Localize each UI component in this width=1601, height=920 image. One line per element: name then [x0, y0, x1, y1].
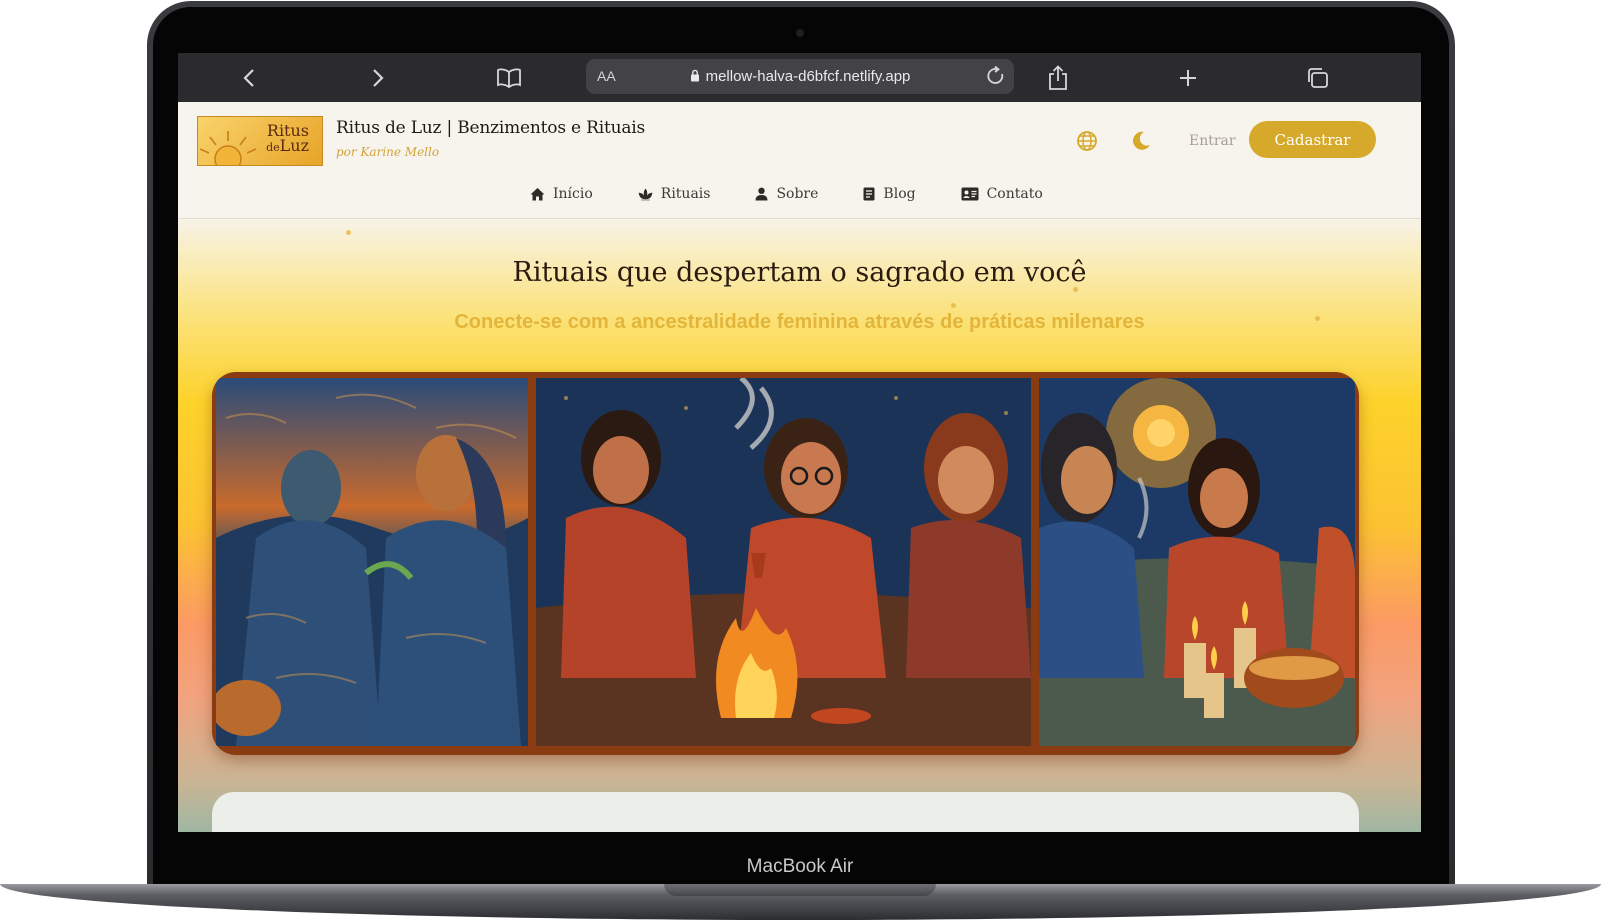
nav-label: Sobre	[776, 186, 819, 202]
user-icon	[755, 187, 768, 201]
nav-item-inicio[interactable]: Início	[530, 182, 593, 206]
painting-women-around-fire	[536, 378, 1031, 746]
signup-button[interactable]: Cadastrar	[1249, 121, 1376, 158]
site-logo[interactable]: Ritus deLuz	[197, 116, 323, 166]
nav-label: Contato	[986, 186, 1043, 202]
hero-section: Rituais que despertam o sagrado em você …	[178, 219, 1421, 832]
chevron-right-icon[interactable]	[361, 61, 395, 95]
nav-item-blog[interactable]: Blog	[863, 182, 916, 206]
gallery-image-1[interactable]	[216, 378, 528, 746]
login-link[interactable]: Entrar	[1189, 133, 1236, 149]
painting-women-with-candles	[1039, 378, 1355, 746]
home-icon	[530, 188, 545, 201]
document-icon	[863, 187, 875, 201]
logo-line2-small: de	[266, 141, 280, 154]
main-nav: Início Rituais Sobre Blog Contato	[530, 182, 1088, 206]
painting-women-praying	[216, 378, 528, 746]
nav-item-rituais[interactable]: Rituais	[638, 182, 711, 206]
gallery-image-2[interactable]	[536, 378, 1031, 746]
book-icon[interactable]	[492, 61, 526, 95]
plus-icon[interactable]	[1171, 61, 1205, 95]
laptop-hinge-notch	[664, 884, 936, 896]
site-header: Ritus deLuz Ritus de Luz | Benzimentos e…	[178, 102, 1421, 219]
decor-dot	[951, 303, 956, 308]
nav-item-contato[interactable]: Contato	[961, 182, 1043, 206]
nav-label: Início	[553, 186, 593, 202]
browser-toolbar: AA mellow-halva-d6bfcf.netlify.app	[178, 53, 1421, 102]
hero-gallery	[212, 372, 1359, 755]
globe-icon[interactable]	[1076, 130, 1100, 154]
logo-text: Ritus deLuz	[266, 123, 309, 155]
decor-dot	[346, 230, 351, 235]
nav-label: Rituais	[660, 186, 711, 202]
reload-icon[interactable]	[986, 65, 1006, 92]
content-card	[212, 792, 1359, 832]
device-label: MacBook Air	[746, 856, 854, 877]
gallery-image-3[interactable]	[1039, 378, 1355, 746]
lock-icon	[690, 69, 700, 86]
logo-line2: Luz	[279, 136, 309, 155]
tabs-icon[interactable]	[1301, 61, 1335, 95]
hero-subtitle: Conecte-se com a ancestralidade feminina…	[454, 311, 1145, 333]
address-bar[interactable]: AA mellow-halva-d6bfcf.netlify.app	[586, 59, 1014, 94]
camera-icon	[796, 29, 804, 37]
hero-title: Rituais que despertam o sagrado em você	[512, 257, 1087, 288]
site-title: Ritus de Luz | Benzimentos e Rituais	[336, 118, 646, 138]
chevron-left-icon[interactable]	[232, 61, 266, 95]
site-author: por Karine Mello	[336, 145, 440, 159]
lotus-icon	[638, 188, 653, 200]
contact-card-icon	[961, 187, 979, 201]
moon-icon[interactable]	[1130, 130, 1154, 154]
screen: AA mellow-halva-d6bfcf.netlify.app Ritus…	[178, 53, 1421, 832]
nav-label: Blog	[883, 186, 916, 202]
share-icon[interactable]	[1041, 61, 1075, 95]
nav-item-sobre[interactable]: Sobre	[755, 182, 818, 206]
url-text: mellow-halva-d6bfcf.netlify.app	[705, 68, 911, 85]
